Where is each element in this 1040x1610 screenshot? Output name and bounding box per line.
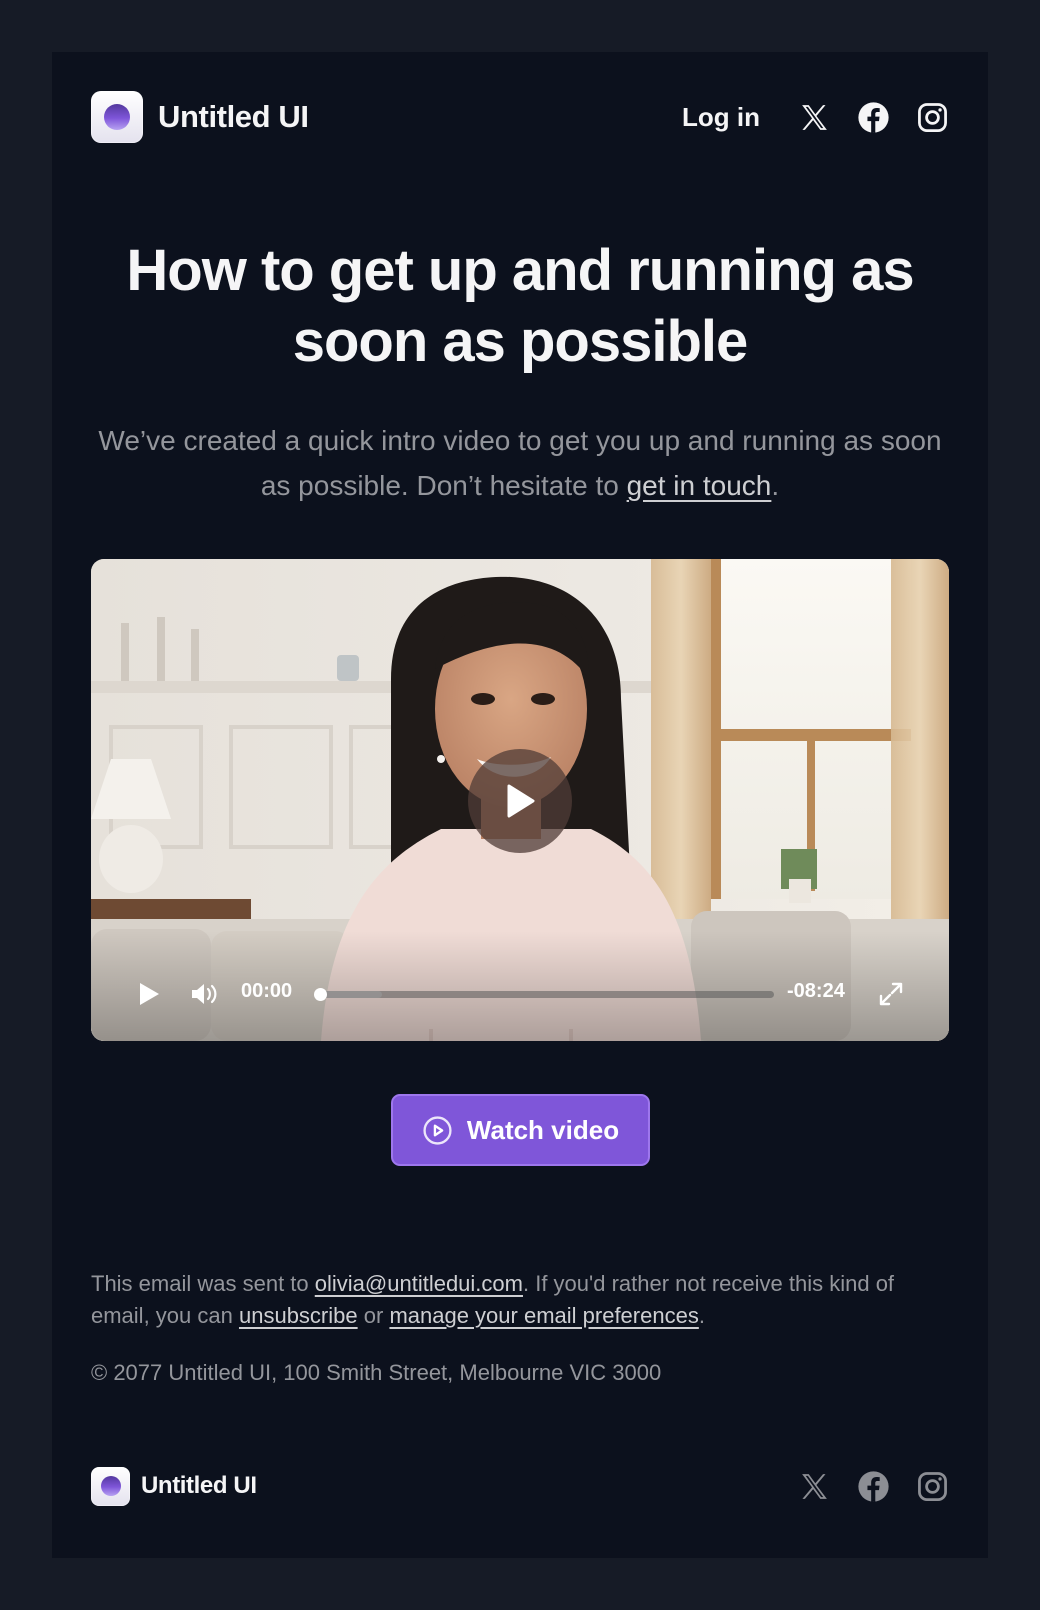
- current-time: 00:00: [241, 980, 293, 1002]
- play-circle-icon: [423, 1115, 452, 1145]
- x-icon[interactable]: [798, 1470, 831, 1503]
- video-player[interactable]: 00:00 -08:24: [91, 559, 949, 1041]
- email-link[interactable]: olivia@untitledui.com: [315, 1271, 523, 1296]
- footer-social-links: [798, 1470, 949, 1503]
- subtitle: We’ve created a quick intro video to get…: [98, 425, 942, 501]
- video-controls: 00:00 -08:24: [91, 931, 949, 1041]
- login-link[interactable]: Log in: [682, 102, 760, 133]
- footer-brand-name: Untitled UI: [141, 1472, 257, 1499]
- logo-icon: [91, 91, 143, 143]
- instagram-icon[interactable]: [916, 101, 949, 134]
- play-overlay-button[interactable]: [468, 749, 572, 853]
- remaining-time: -08:24: [787, 980, 845, 1002]
- progress-bar[interactable]: [314, 988, 774, 1001]
- progress-knob[interactable]: [314, 988, 327, 1001]
- manage-preferences-link[interactable]: manage your email preferences: [389, 1303, 698, 1328]
- email-container: Untitled UI Log in How to get up and run…: [52, 52, 988, 1558]
- play-icon[interactable]: [138, 982, 160, 1006]
- play-icon: [507, 784, 535, 818]
- facebook-icon[interactable]: [857, 1470, 890, 1503]
- volume-icon[interactable]: [191, 983, 219, 1005]
- buffer-bar: [318, 991, 382, 998]
- unsubscribe-link[interactable]: unsubscribe: [239, 1303, 358, 1328]
- logo-icon: [91, 1466, 130, 1506]
- footer: Untitled UI: [91, 1466, 949, 1506]
- social-links: [798, 101, 949, 134]
- footer-brand[interactable]: Untitled UI: [91, 1466, 257, 1506]
- brand-name: Untitled UI: [158, 99, 309, 134]
- fullscreen-icon[interactable]: [878, 981, 904, 1007]
- legal-text: This email was sent to olivia@untitledui…: [91, 1271, 895, 1328]
- instagram-icon[interactable]: [916, 1470, 949, 1503]
- subtitle-text: We’ve created a quick intro video to get…: [98, 425, 942, 501]
- x-icon[interactable]: [798, 101, 831, 134]
- facebook-icon[interactable]: [857, 101, 890, 134]
- get-in-touch-link[interactable]: get in touch: [627, 470, 772, 501]
- header: Untitled UI Log in: [91, 91, 949, 143]
- page-title: How to get up and running as soon as pos…: [126, 238, 914, 374]
- brand[interactable]: Untitled UI: [91, 91, 309, 143]
- copyright: © 2077 Untitled UI, 100 Smith Street, Me…: [91, 1360, 662, 1385]
- watch-video-label: Watch video: [466, 1114, 620, 1145]
- header-actions: Log in: [682, 101, 949, 134]
- watch-video-button[interactable]: Watch video: [391, 1094, 650, 1166]
